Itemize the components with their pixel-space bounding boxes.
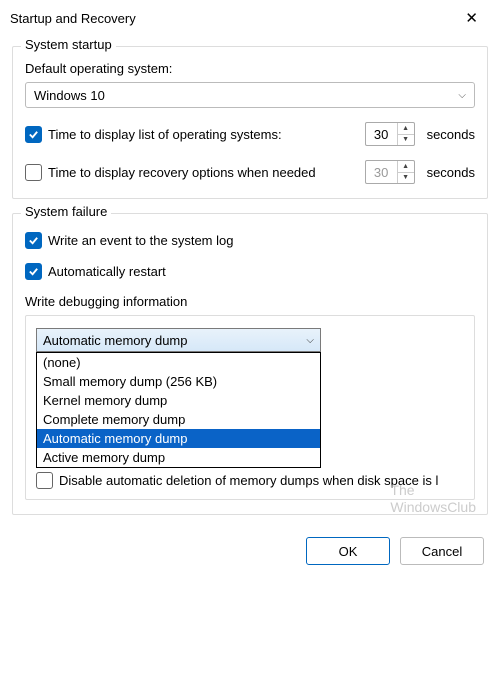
checkbox-time-os-list[interactable] xyxy=(25,126,42,143)
spinner-down-icon: ▼ xyxy=(398,173,414,184)
select-debug-dump-value: Automatic memory dump xyxy=(43,333,188,348)
select-default-os[interactable]: Windows 10 ⌵ xyxy=(25,82,475,108)
select-debug-dump[interactable]: Automatic memory dump ⌵ xyxy=(36,328,321,352)
row-disable-auto-delete: Disable automatic deletion of memory dum… xyxy=(36,472,464,489)
debug-info-box: Automatic memory dump ⌵ (none) Small mem… xyxy=(25,315,475,500)
label-time-recovery: Time to display recovery options when ne… xyxy=(48,165,359,180)
label-seconds-2: seconds xyxy=(427,165,475,180)
label-write-debug: Write debugging information xyxy=(25,294,475,309)
label-seconds-1: seconds xyxy=(427,127,475,142)
row-auto-restart: Automatically restart xyxy=(25,263,475,280)
label-disable-auto-delete: Disable automatic deletion of memory dum… xyxy=(59,473,464,488)
dropdown-option-automatic[interactable]: Automatic memory dump xyxy=(37,429,320,448)
dropdown-option-none[interactable]: (none) xyxy=(37,353,320,372)
spinner-time-recovery: 30 ▲ ▼ xyxy=(365,160,415,184)
label-auto-restart: Automatically restart xyxy=(48,264,475,279)
ok-button[interactable]: OK xyxy=(306,537,390,565)
legend-system-failure: System failure xyxy=(21,204,111,219)
close-icon[interactable]: ✕ xyxy=(455,7,488,29)
legend-system-startup: System startup xyxy=(21,37,116,52)
dropdown-list-debug-dump: (none) Small memory dump (256 KB) Kernel… xyxy=(36,352,321,468)
spinner-up-icon: ▲ xyxy=(398,161,414,173)
checkbox-time-recovery[interactable] xyxy=(25,164,42,181)
window-title: Startup and Recovery xyxy=(10,11,136,26)
dropdown-option-complete[interactable]: Complete memory dump xyxy=(37,410,320,429)
row-time-os-list: Time to display list of operating system… xyxy=(25,122,475,146)
row-write-event: Write an event to the system log xyxy=(25,232,475,249)
checkbox-auto-restart[interactable] xyxy=(25,263,42,280)
dropdown-option-small[interactable]: Small memory dump (256 KB) xyxy=(37,372,320,391)
label-default-os: Default operating system: xyxy=(25,61,475,76)
dropdown-option-kernel[interactable]: Kernel memory dump xyxy=(37,391,320,410)
label-time-os-list: Time to display list of operating system… xyxy=(48,127,359,142)
select-default-os-value: Windows 10 xyxy=(34,88,105,103)
chevron-down-icon: ⌵ xyxy=(306,335,314,346)
titlebar: Startup and Recovery ✕ xyxy=(0,0,500,32)
checkbox-disable-auto-delete[interactable] xyxy=(36,472,53,489)
dialog-content: System startup Default operating system:… xyxy=(0,32,500,515)
row-time-recovery: Time to display recovery options when ne… xyxy=(25,160,475,184)
group-system-failure: System failure Write an event to the sys… xyxy=(12,213,488,515)
label-write-event: Write an event to the system log xyxy=(48,233,475,248)
dropdown-option-active[interactable]: Active memory dump xyxy=(37,448,320,467)
group-system-startup: System startup Default operating system:… xyxy=(12,46,488,199)
spinner-time-recovery-value: 30 xyxy=(366,161,398,183)
dialog-footer: OK Cancel xyxy=(0,529,500,577)
checkbox-write-event[interactable] xyxy=(25,232,42,249)
chevron-down-icon: ⌵ xyxy=(458,90,466,101)
spinner-up-icon[interactable]: ▲ xyxy=(398,123,414,135)
spinner-down-icon[interactable]: ▼ xyxy=(398,135,414,146)
spinner-time-os-list-value: 30 xyxy=(366,123,398,145)
spinner-time-os-list[interactable]: 30 ▲ ▼ xyxy=(365,122,415,146)
cancel-button[interactable]: Cancel xyxy=(400,537,484,565)
